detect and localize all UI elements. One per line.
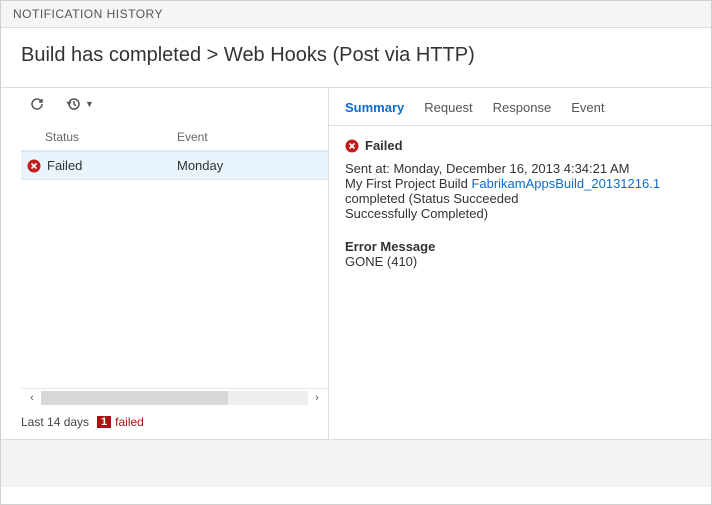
failed-count-label: failed	[115, 415, 144, 429]
detail-pane: Summary Request Response Event Failed Se…	[329, 88, 711, 439]
window-title: NOTIFICATION HISTORY	[13, 7, 163, 21]
detail-status: Failed	[365, 138, 403, 153]
scroll-right-icon[interactable]: ›	[310, 392, 324, 404]
tab-request[interactable]: Request	[424, 96, 472, 125]
sent-at-label: Sent at:	[345, 161, 390, 176]
tab-summary[interactable]: Summary	[345, 96, 404, 125]
breadcrumb: Build has completed > Web Hooks (Post vi…	[1, 28, 711, 87]
scroll-track[interactable]	[41, 391, 308, 405]
error-message-heading: Error Message	[345, 239, 695, 254]
table-row[interactable]: Failed Monday	[21, 151, 328, 180]
failed-count-badge: 1	[97, 416, 111, 428]
build-link[interactable]: FabrikamAppsBuild_20131216.1	[471, 176, 660, 191]
history-icon	[63, 94, 83, 114]
breadcrumb-sep: >	[207, 44, 219, 66]
history-list-pane: ▼ Status Event Failed Monday ‹ ›	[1, 88, 329, 439]
window-header: NOTIFICATION HISTORY	[1, 1, 711, 28]
build-desc-post-b: Successfully Completed)	[345, 206, 695, 221]
history-range-dropdown[interactable]: ▼	[63, 94, 94, 114]
col-status[interactable]: Status	[21, 124, 171, 150]
history-footer: Last 14 days 1 failed	[21, 407, 328, 439]
dialog-footer	[1, 439, 711, 487]
detail-tabs: Summary Request Response Event	[329, 88, 711, 126]
detail-body: Failed Sent at: Monday, December 16, 201…	[329, 126, 711, 281]
table-header: Status Event	[21, 124, 328, 151]
row-status: Failed	[47, 158, 82, 173]
range-label: Last 14 days	[21, 415, 89, 429]
col-event[interactable]: Event	[171, 124, 328, 150]
history-toolbar: ▼	[21, 88, 328, 124]
breadcrumb-consumer: Web Hooks (Post via HTTP)	[224, 44, 475, 66]
breadcrumb-event: Build has completed	[21, 44, 201, 66]
sent-at-value: Monday, December 16, 2013 4:34:21 AM	[393, 161, 629, 176]
error-icon	[345, 139, 359, 153]
build-desc-pre: My First Project Build	[345, 176, 468, 191]
history-table: Status Event Failed Monday	[21, 124, 328, 388]
chevron-down-icon: ▼	[85, 99, 94, 109]
horizontal-scrollbar[interactable]: ‹ ›	[21, 388, 328, 407]
error-message-body: GONE (410)	[345, 254, 695, 269]
error-icon	[27, 159, 41, 173]
tab-event[interactable]: Event	[571, 96, 604, 125]
build-desc-post-a: completed (Status Succeeded	[345, 191, 518, 206]
tab-response[interactable]: Response	[493, 96, 552, 125]
row-event: Monday	[171, 156, 328, 175]
refresh-icon[interactable]	[27, 94, 47, 114]
scroll-thumb[interactable]	[41, 391, 228, 405]
scroll-left-icon[interactable]: ‹	[25, 392, 39, 404]
